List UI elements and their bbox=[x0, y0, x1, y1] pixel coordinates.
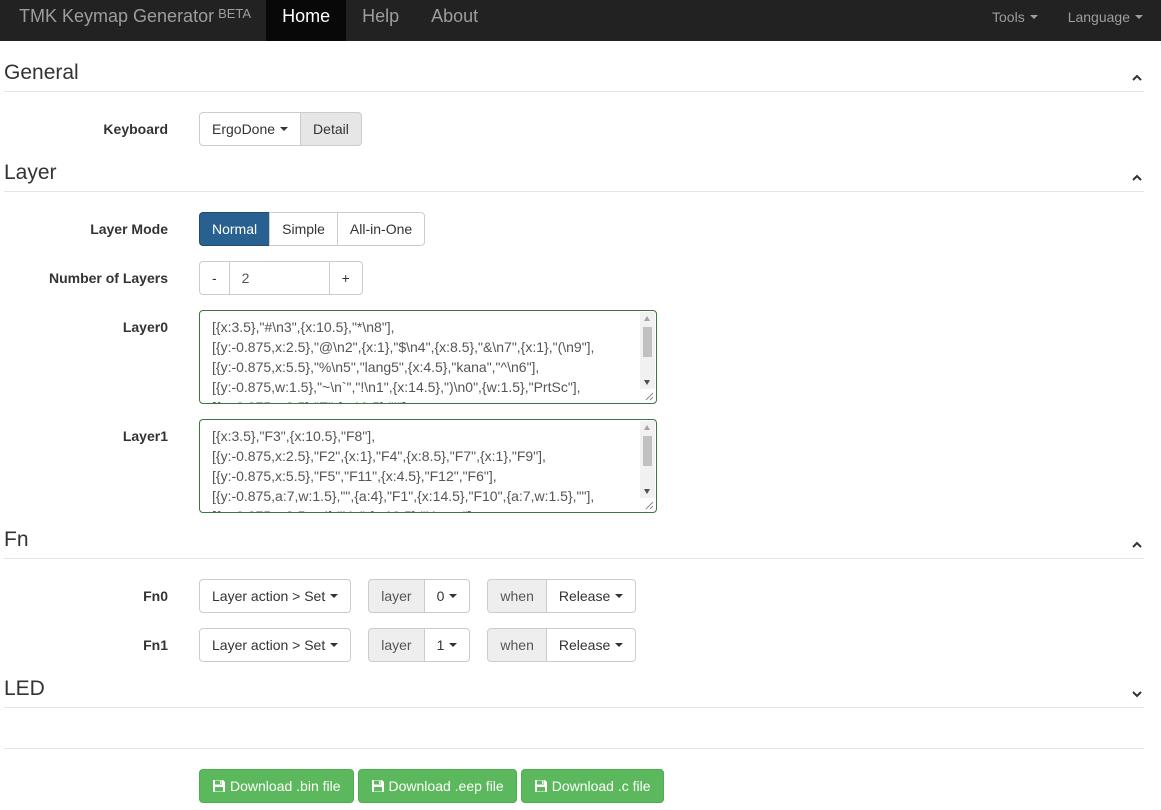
download-eep-button[interactable]: Download .eep file bbox=[357, 769, 517, 803]
scroll-up-arrow-icon[interactable] bbox=[644, 316, 650, 321]
fn0-label: Fn0 bbox=[143, 588, 168, 604]
tools-label: Tools bbox=[992, 8, 1025, 25]
floppy-disk-icon bbox=[213, 780, 225, 792]
caret-down-icon bbox=[615, 594, 624, 598]
layer-title: Layer bbox=[4, 161, 57, 184]
caret-down-icon bbox=[330, 643, 339, 647]
download-bin-label: Download .bin file bbox=[230, 778, 341, 794]
scroll-up-arrow-icon[interactable] bbox=[644, 425, 650, 430]
fn0-action-dropdown[interactable]: Layer action > Set bbox=[199, 579, 352, 613]
layer1-text: [{x:3.5},"F3",{x:10.5},"F8"], [{y:-0.875… bbox=[212, 428, 595, 512]
fn0-controls: Layer action > Set layer 0 when Release bbox=[199, 579, 637, 613]
layer0-textarea[interactable]: [{x:3.5},"#\n3",{x:10.5},"*\n8"], [{y:-0… bbox=[199, 310, 657, 404]
floppy-disk-icon bbox=[534, 780, 547, 792]
fn1-label: Fn1 bbox=[143, 637, 168, 653]
scrollbar[interactable] bbox=[640, 421, 655, 498]
layer0-text: [{x:3.5},"#\n3",{x:10.5},"*\n8"], [{y:-0… bbox=[212, 319, 595, 403]
chevron-up-icon[interactable] bbox=[1132, 173, 1142, 183]
chevron-up-icon[interactable] bbox=[1132, 73, 1142, 83]
fn0-layer-dropdown[interactable]: 0 bbox=[423, 579, 471, 613]
layer-mode-group: Normal Simple All-in-One bbox=[199, 212, 426, 246]
led-title: LED bbox=[4, 677, 45, 700]
fn-title: Fn bbox=[4, 528, 29, 551]
caret-down-icon bbox=[449, 594, 458, 598]
fn0-layer-group: layer 0 bbox=[368, 579, 471, 613]
layer-mode-label: Layer Mode bbox=[90, 221, 168, 237]
download-buttons: Download .bin file Download .eep file Do… bbox=[199, 769, 668, 803]
led-section-header[interactable]: LED bbox=[4, 657, 1144, 708]
caret-down-icon bbox=[615, 643, 624, 647]
fn1-action-value: Layer action > Set bbox=[212, 637, 326, 653]
caret-down-icon bbox=[280, 127, 289, 131]
decrement-button[interactable]: - bbox=[199, 261, 230, 295]
language-label: Language bbox=[1067, 8, 1130, 25]
layer-addon: layer bbox=[368, 579, 425, 613]
chevron-up-icon[interactable] bbox=[1132, 540, 1142, 550]
layer0-row: Layer0 [{x:3.5},"#\n3",{x:10.5},"*\n8"],… bbox=[0, 310, 1161, 404]
scroll-down-arrow-icon[interactable] bbox=[644, 489, 650, 494]
scroll-thumb[interactable] bbox=[643, 436, 652, 466]
caret-down-icon bbox=[330, 594, 339, 598]
layer-count-input[interactable]: 2 bbox=[228, 261, 330, 295]
fn0-when-value: Release bbox=[558, 588, 611, 604]
floppy-disk-icon bbox=[371, 780, 384, 792]
layer1-label: Layer1 bbox=[122, 428, 168, 444]
download-bin-button[interactable]: Download .bin file bbox=[199, 769, 354, 803]
nav-right: Tools Language bbox=[962, 0, 1143, 33]
keyboard-value: ErgoDone bbox=[212, 121, 276, 137]
fn0-when-dropdown[interactable]: Release bbox=[545, 579, 637, 613]
chevron-down-icon[interactable] bbox=[1132, 689, 1142, 699]
general-section-header[interactable]: General bbox=[4, 41, 1144, 92]
download-eep-label: Download .eep file bbox=[388, 778, 504, 794]
caret-down-icon bbox=[449, 643, 458, 647]
top-navbar: TMK Keymap Generator BETA Home Help Abou… bbox=[0, 0, 1161, 41]
mode-all-in-one-button[interactable]: All-in-One bbox=[336, 212, 426, 246]
mode-simple-button[interactable]: Simple bbox=[269, 212, 338, 246]
layer-section-header[interactable]: Layer bbox=[4, 141, 1144, 192]
language-dropdown[interactable]: Language bbox=[1038, 0, 1143, 33]
layer-count-stepper: - 2 + bbox=[199, 261, 363, 295]
download-c-label: Download .c file bbox=[551, 778, 651, 794]
keyboard-label: Keyboard bbox=[103, 121, 168, 137]
tools-dropdown[interactable]: Tools bbox=[962, 0, 1038, 33]
layer0-label: Layer0 bbox=[122, 319, 168, 335]
general-title: General bbox=[4, 61, 79, 84]
caret-down-icon bbox=[1135, 14, 1143, 19]
resize-handle-icon[interactable] bbox=[644, 391, 654, 401]
fn0-action-value: Layer action > Set bbox=[212, 588, 326, 604]
caret-down-icon bbox=[1029, 14, 1038, 19]
brand[interactable]: TMK Keymap Generator BETA bbox=[0, 0, 266, 33]
scrollbar[interactable] bbox=[640, 312, 655, 389]
main-nav: Home Help About bbox=[266, 0, 494, 41]
increment-button[interactable]: + bbox=[328, 261, 363, 295]
number-of-layers-label: Number of Layers bbox=[48, 270, 168, 286]
brand-title: TMK Keymap Generator bbox=[19, 6, 215, 26]
fn0-layer-value: 0 bbox=[436, 588, 445, 604]
fn-section-header[interactable]: Fn bbox=[4, 508, 1144, 559]
mode-normal-button[interactable]: Normal bbox=[199, 212, 271, 246]
when-addon: when bbox=[487, 579, 547, 613]
beta-badge: BETA bbox=[218, 6, 252, 21]
nav-help[interactable]: Help bbox=[346, 0, 415, 33]
download-c-button[interactable]: Download .c file bbox=[520, 769, 664, 803]
scroll-down-arrow-icon[interactable] bbox=[644, 380, 650, 385]
nav-about[interactable]: About bbox=[415, 0, 494, 33]
scroll-thumb[interactable] bbox=[643, 327, 652, 357]
fn1-layer-value: 1 bbox=[436, 637, 445, 653]
layer1-textarea[interactable]: [{x:3.5},"F3",{x:10.5},"F8"], [{y:-0.875… bbox=[199, 419, 657, 513]
divider bbox=[4, 748, 1144, 749]
layer1-row: Layer1 [{x:3.5},"F3",{x:10.5},"F8"], [{y… bbox=[0, 419, 1161, 513]
fn1-when-value: Release bbox=[558, 637, 611, 653]
fn0-when-group: when Release bbox=[487, 579, 637, 613]
nav-home[interactable]: Home bbox=[266, 0, 347, 41]
